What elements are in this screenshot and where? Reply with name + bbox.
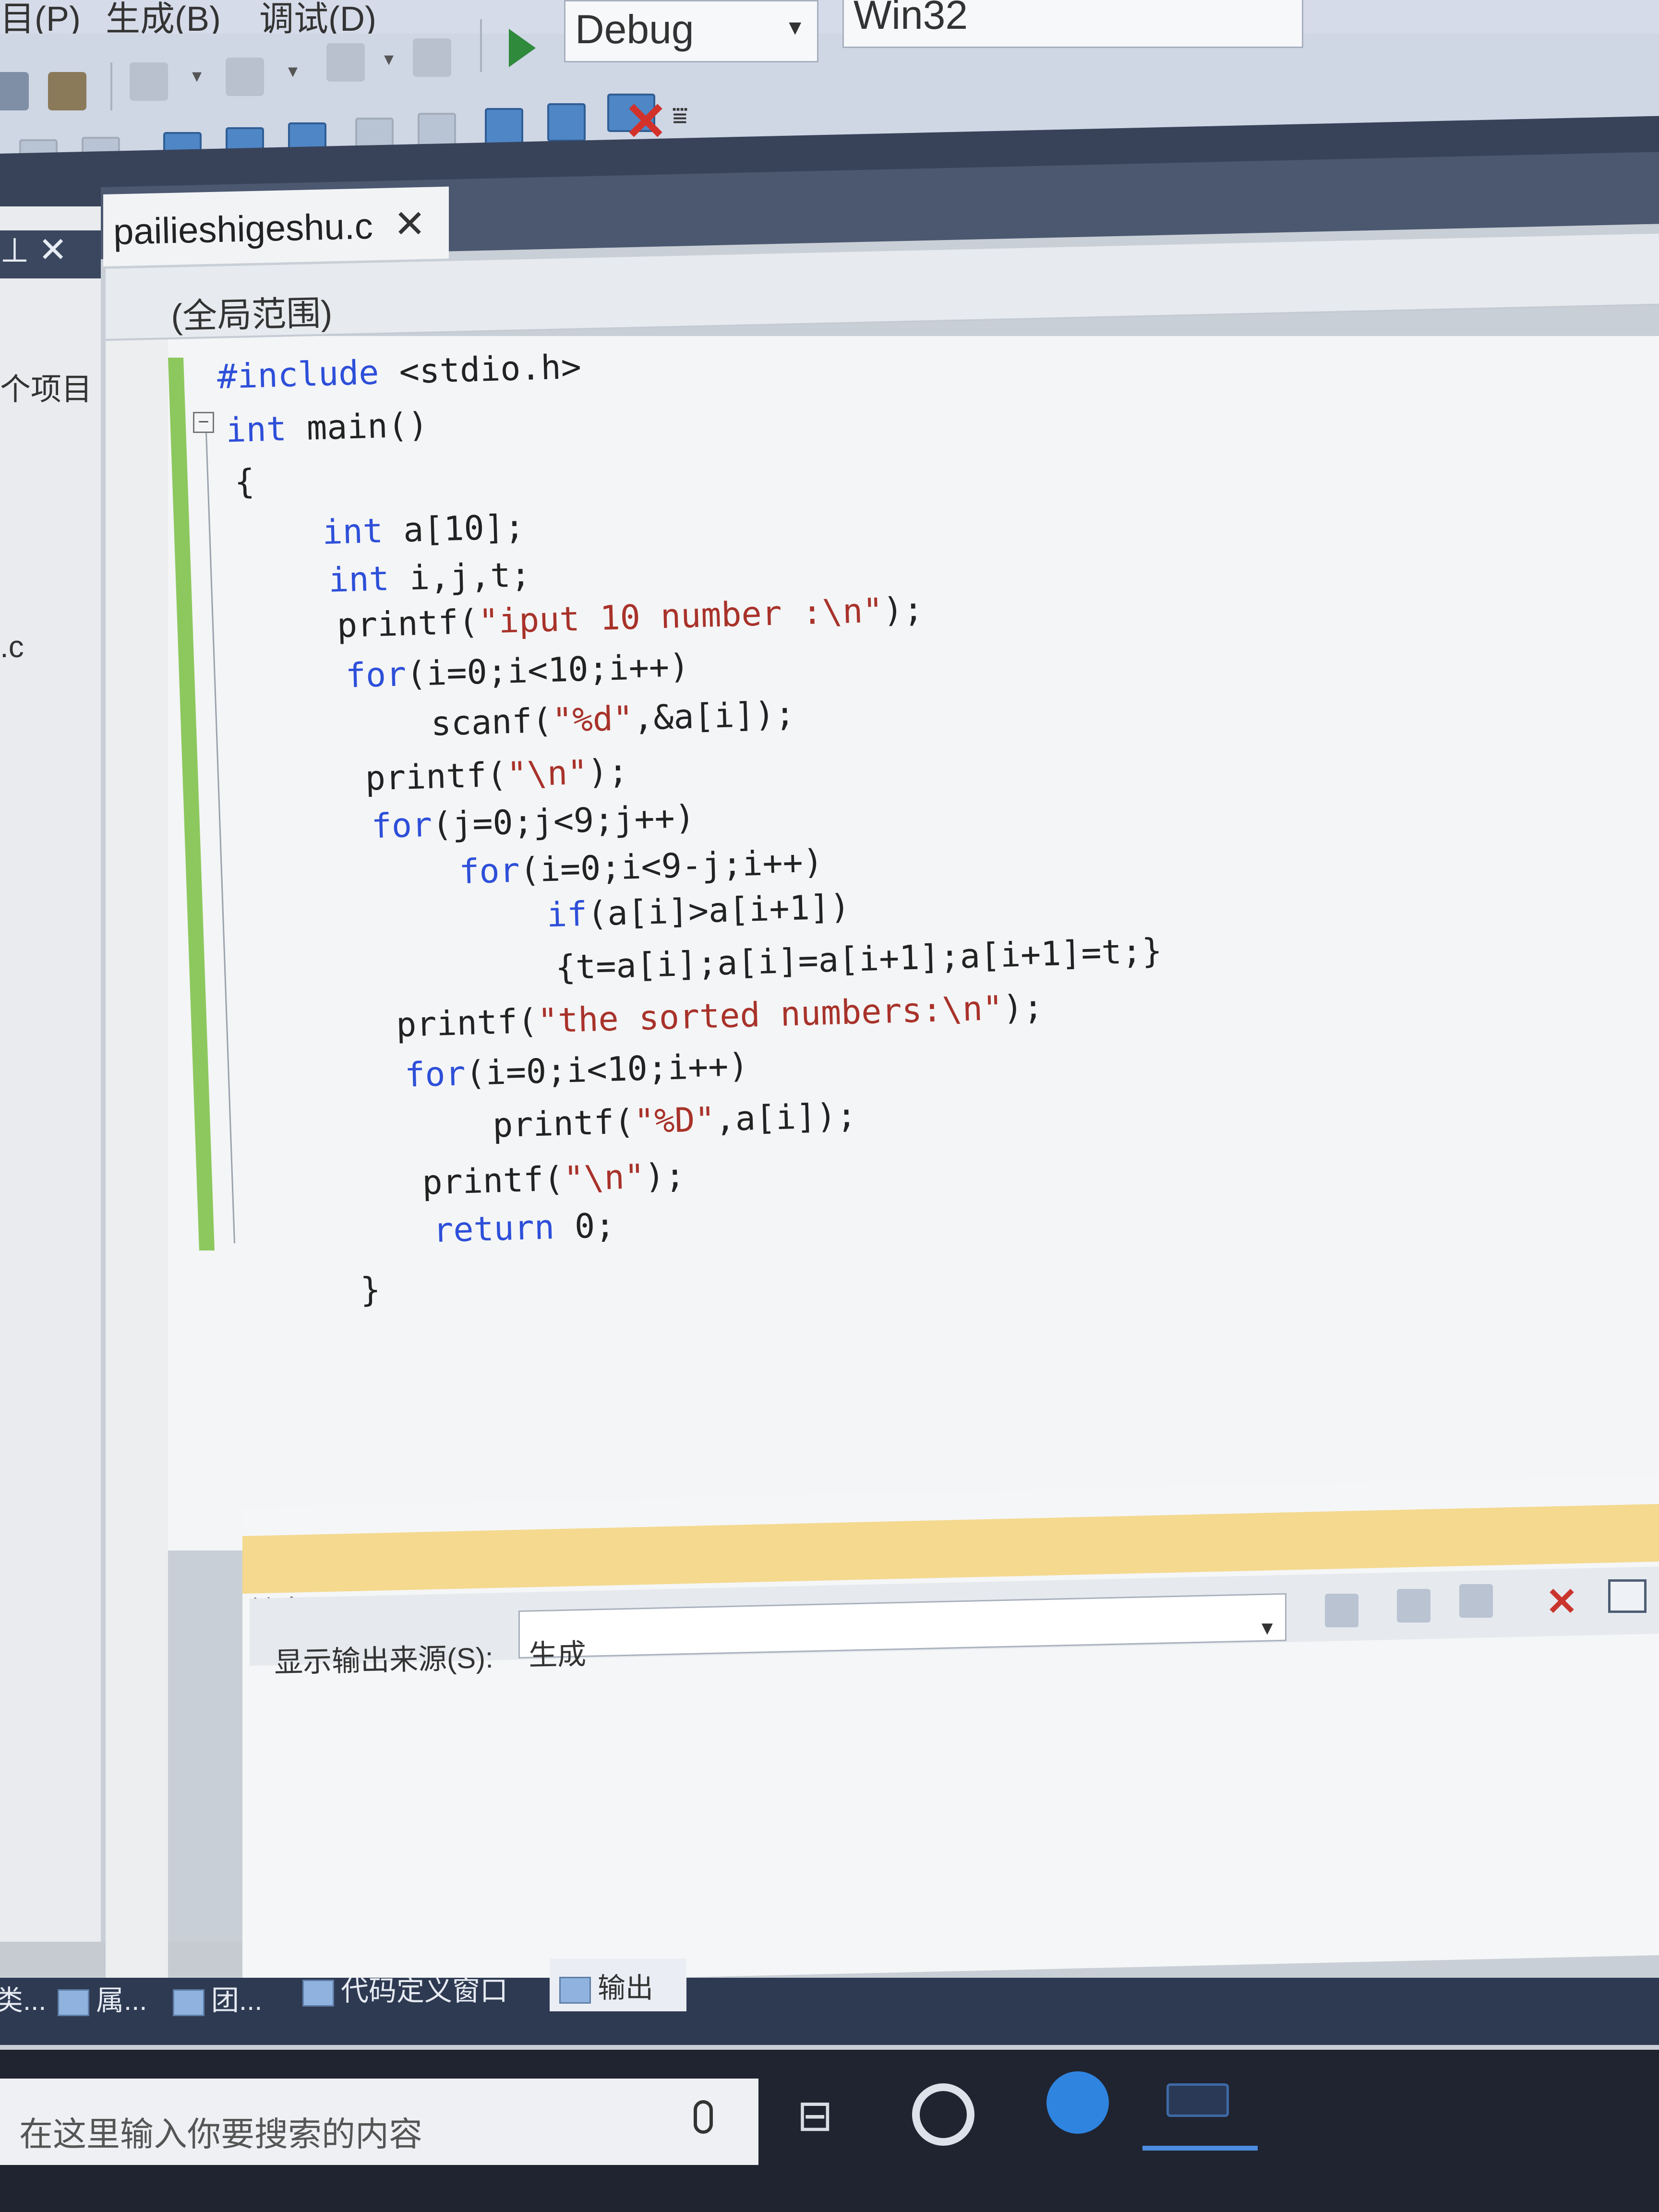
undo-icon[interactable]	[130, 62, 168, 101]
team-icon	[173, 1989, 204, 2016]
start-debug-icon[interactable]	[509, 29, 536, 67]
code-line: for(i=0;i<10;i++)	[345, 646, 690, 696]
pin-icon[interactable]: ⊥	[0, 230, 29, 270]
microphone-icon[interactable]	[694, 2100, 713, 2134]
toolbar-separator	[480, 19, 482, 72]
editor-margin	[106, 336, 168, 1987]
code-line: #include <stdio.h>	[216, 347, 582, 397]
code-line: for(i=0;i<9-j;i++)	[458, 842, 824, 892]
next-bookmark-doc-icon[interactable]	[547, 103, 586, 142]
search-placeholder: 在这里输入你要搜索的内容	[19, 2116, 422, 2153]
code-line: }	[360, 1270, 381, 1310]
code-line: printf("\n");	[421, 1155, 686, 1202]
solution-config-select[interactable]: Debug ▼	[564, 0, 818, 62]
code-line: for(i=0;i<10;i++)	[404, 1046, 749, 1095]
code-line: printf("%D",a[i]);	[492, 1095, 857, 1145]
navigate-dropdown-icon[interactable]: ▾	[384, 48, 394, 70]
code-line: int a[10];	[322, 507, 525, 552]
toolbar-separator	[110, 62, 112, 115]
prev-bookmark-doc-icon[interactable]	[485, 108, 523, 146]
visual-studio-icon[interactable]	[1166, 2083, 1229, 2117]
tab-label: 团...	[211, 1985, 263, 2016]
tab-label: 类...	[0, 1985, 47, 2016]
active-app-indicator	[1142, 2146, 1258, 2151]
browser-icon[interactable]	[1046, 2071, 1109, 2134]
app-icon[interactable]	[912, 2083, 974, 2146]
scope-dropdown[interactable]: (全局范围)	[170, 284, 333, 338]
code-line: printf("\n");	[364, 751, 629, 798]
redo-dropdown-icon[interactable]: ▾	[288, 60, 298, 82]
menu-project[interactable]: 目(P)	[0, 0, 81, 38]
tab-output[interactable]: 输出	[550, 1959, 686, 2011]
code-line: scanf("%d",&a[i]);	[430, 694, 796, 744]
navigate-forward-icon[interactable]	[413, 38, 451, 77]
tab-label: 代码定义窗口	[341, 1975, 508, 2007]
paste-icon[interactable]	[48, 72, 86, 110]
tab-class-view[interactable]: 类...	[0, 1978, 46, 2031]
save-icon[interactable]	[0, 72, 29, 110]
code-line: return 0;	[433, 1205, 616, 1250]
code-line: if(a[i]>a[i+1])	[546, 887, 851, 935]
code-line: {	[234, 461, 255, 502]
chevron-down-icon: ▼	[784, 16, 805, 39]
tab-team[interactable]: 团...	[173, 1978, 262, 2031]
platform-select[interactable]: Win32	[842, 0, 1303, 48]
toolbar-overflow-icon[interactable]: ⩸	[672, 101, 688, 131]
code-line: int main()	[225, 405, 429, 450]
tab-label: 属...	[96, 1985, 147, 2016]
next-message-icon[interactable]	[1459, 1584, 1493, 1618]
project-count-label: 个项目	[0, 372, 92, 407]
chevron-down-icon[interactable]: ▼	[1258, 1618, 1277, 1639]
undo-dropdown-icon[interactable]: ▾	[192, 65, 202, 87]
clear-all-icon[interactable]: ✕	[1546, 1579, 1578, 1624]
property-icon	[58, 1989, 89, 2016]
output-icon	[559, 1976, 591, 2004]
task-view-icon[interactable]: ⊟	[797, 2091, 833, 2141]
tab-code-definition[interactable]: 代码定义窗口	[302, 1968, 508, 2021]
menu-build[interactable]: 生成(B)	[106, 0, 221, 38]
navigate-back-icon[interactable]	[326, 43, 365, 82]
menu-bar	[0, 0, 1659, 34]
menu-debug[interactable]: 调试(D)	[259, 0, 376, 38]
close-icon[interactable]: ✕	[38, 229, 67, 270]
code-line: int i,j,t;	[328, 554, 531, 600]
tab-property[interactable]: 属...	[58, 1978, 147, 2031]
close-icon[interactable]: ✕	[394, 202, 426, 246]
config-value: Debug	[575, 7, 694, 52]
redo-icon[interactable]	[226, 58, 264, 96]
platform-value: Win32	[854, 0, 968, 37]
clear-bookmarks-icon[interactable]: ✕	[607, 92, 668, 151]
find-message-icon[interactable]	[1325, 1594, 1358, 1627]
solution-explorer-pane	[0, 206, 101, 1973]
word-wrap-icon[interactable]	[1608, 1579, 1647, 1613]
code-definition-icon	[302, 1979, 334, 2007]
code-line: for(j=0;j<9;j++)	[371, 797, 696, 846]
source-label: 显示输出来源(S):	[274, 1641, 494, 1679]
collapse-icon[interactable]: −	[193, 412, 214, 433]
source-value: 生成	[528, 1638, 587, 1671]
tab-label: 输出	[598, 1972, 654, 2004]
file-item[interactable]: .c	[0, 629, 24, 664]
prev-message-icon[interactable]	[1397, 1589, 1431, 1623]
document-tab-label: pailieshigeshu.c	[113, 205, 373, 252]
